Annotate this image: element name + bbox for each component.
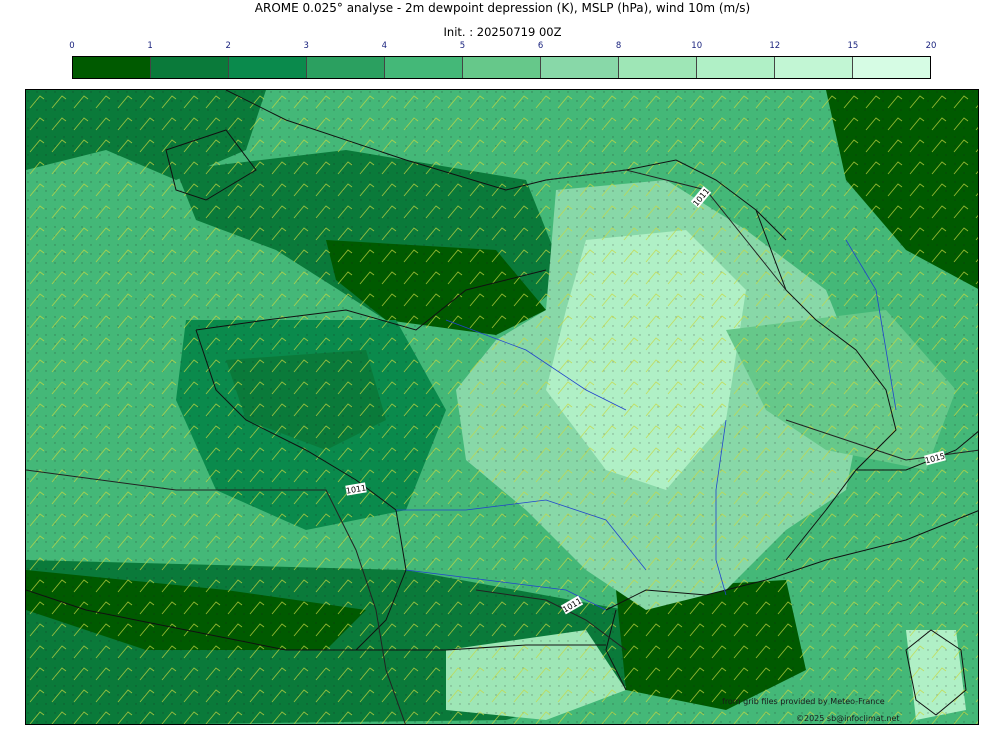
colorbar-bin [229, 57, 307, 78]
colorbar-bin [151, 57, 229, 78]
map-title: AROME 0.025° analyse - 2m dewpoint depre… [254, 1, 751, 15]
colorbar-tick-label: 1 [147, 41, 153, 51]
colorbar-tick-label: 6 [537, 41, 544, 51]
colorbar-bin [775, 57, 853, 78]
colorbar-tick-label: 20 [925, 41, 937, 51]
colorbar-tick-label: 2 [225, 41, 231, 51]
credit-source: from grib files provided by Meteo-France [722, 697, 885, 706]
colorbar [72, 56, 931, 79]
wind-barbs [26, 90, 978, 724]
map-panel: 1011 1011 1011 1015 [25, 89, 979, 725]
colorbar-tick-label: 5 [459, 41, 466, 51]
colorbar-tick-label: 8 [615, 41, 622, 51]
colorbar-tick-label: 12 [769, 41, 781, 51]
colorbar-ticks: 0 1 2 3 4 5 6 8 10 12 15 20 [69, 41, 936, 53]
colorbar-tick-label: 15 [847, 41, 859, 51]
colorbar-bin [619, 57, 697, 78]
colorbar-bin [541, 57, 619, 78]
colorbar-tick-label: 4 [381, 41, 388, 51]
init-time: Init. : 20250719 00Z [443, 25, 562, 39]
credit-copyright: ©2025 sb@infoclimat.net [796, 714, 900, 723]
colorbar-tick-label: 0 [69, 41, 75, 51]
dewpoint-map: 1011 1011 1011 1015 [26, 90, 978, 724]
colorbar-bin [697, 57, 775, 78]
colorbar-bin [385, 57, 463, 78]
colorbar-bin [73, 57, 151, 78]
colorbar-bin [307, 57, 385, 78]
colorbar-tick-label: 3 [303, 41, 309, 51]
colorbar-bin [463, 57, 541, 78]
colorbar-tick-label: 10 [691, 41, 703, 51]
colorbar-bin [853, 57, 930, 78]
